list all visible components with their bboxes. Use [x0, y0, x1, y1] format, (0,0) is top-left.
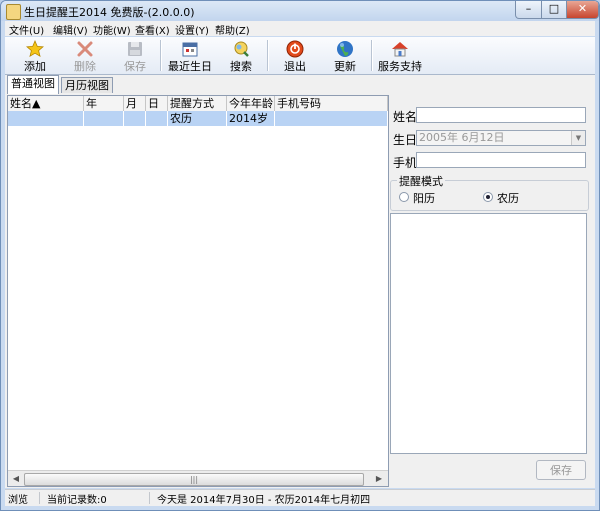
home-icon — [392, 42, 408, 57]
phone-input[interactable] — [416, 152, 586, 168]
search-icon — [234, 41, 249, 57]
remind-mode-title: 提醒模式 — [397, 173, 445, 189]
scroll-thumb[interactable]: ||| — [24, 473, 364, 486]
column-phone[interactable]: 手机号码 — [275, 96, 388, 111]
name-label: 姓名 — [393, 110, 418, 124]
toolbar-separator — [160, 40, 162, 71]
toolbar: 添加 删除 保存 最近生日 搜索 退出 更新 服务支持 — [5, 37, 595, 75]
column-name[interactable]: 姓名▲ — [8, 96, 84, 111]
horizontal-scrollbar[interactable]: ◀ ||| ▶ — [8, 470, 388, 486]
remind-mode-group: 提醒模式 阳历 农历 — [390, 173, 589, 211]
menu-function[interactable]: 功能(W) — [93, 22, 131, 37]
app-icon — [6, 4, 21, 20]
support-button[interactable]: 服务支持 — [375, 38, 425, 73]
birthday-value: 2005年 6月12日 — [419, 131, 505, 144]
app-window: 生日提醒王2014 免费版-(2.0.0.0) – □ ✕ 文件(U) 编辑(V… — [0, 0, 600, 511]
birthday-label: 生日 — [393, 133, 418, 147]
menu-help[interactable]: 帮助(Z) — [215, 22, 250, 37]
menu-view[interactable]: 查看(X) — [135, 22, 170, 37]
status-mode: 浏览 — [8, 495, 28, 506]
recent-birthdays-button[interactable]: 最近生日 — [165, 38, 215, 73]
add-label: 添加 — [24, 60, 46, 73]
status-today: 今天是 2014年7月30日 - 农历2014年七月初四 — [157, 495, 371, 506]
star-icon — [26, 40, 44, 58]
table-header: 姓名▲ 年 月 日 提醒方式 今年年龄 手机号码 — [8, 96, 388, 112]
cell-name — [8, 111, 84, 126]
tab-calendar-view[interactable]: 月历视图 — [61, 77, 113, 93]
solar-radio-label: 阳历 — [413, 192, 435, 205]
save-toolbar-label: 保存 — [124, 60, 146, 73]
name-input[interactable] — [416, 107, 586, 123]
window-title: 生日提醒王2014 免费版-(2.0.0.0) — [24, 6, 195, 19]
maximize-button[interactable]: □ — [541, 1, 567, 19]
solar-radio[interactable] — [399, 192, 409, 202]
column-month[interactable]: 月 — [124, 96, 146, 111]
save-toolbar-button[interactable]: 保存 — [113, 38, 157, 73]
update-label: 更新 — [334, 60, 356, 73]
status-bar: 浏览 当前记录数:0 今天是 2014年7月30日 - 农历2014年七月初四 — [5, 489, 595, 506]
recent-birthdays-label: 最近生日 — [168, 60, 212, 73]
globe-icon — [337, 41, 353, 57]
scroll-left-icon[interactable]: ◀ — [9, 472, 23, 485]
status-separator — [39, 492, 40, 504]
close-button[interactable]: ✕ — [566, 1, 599, 19]
scroll-right-icon[interactable]: ▶ — [372, 472, 386, 485]
save-button[interactable]: 保存 — [536, 460, 586, 480]
view-tabs: 普通视图 月历视图 — [5, 75, 595, 94]
table-row[interactable]: 农历 2014岁 — [8, 111, 388, 126]
cell-remind-mode: 农历 — [168, 111, 227, 126]
column-age[interactable]: 今年年龄 — [227, 96, 275, 111]
exit-button[interactable]: 退出 — [273, 38, 317, 73]
status-record-count: 当前记录数:0 — [47, 495, 107, 506]
birthday-picker[interactable]: 2005年 6月12日 ▼ — [416, 130, 586, 146]
birthday-table: 姓名▲ 年 月 日 提醒方式 今年年龄 手机号码 农历 2014岁 ◀ ||| — [7, 95, 389, 487]
title-bar[interactable]: 生日提醒王2014 免费版-(2.0.0.0) – □ ✕ — [1, 1, 599, 21]
notes-textarea[interactable] — [390, 213, 587, 454]
search-button[interactable]: 搜索 — [219, 38, 263, 73]
cell-age: 2014岁 — [227, 111, 275, 126]
tab-normal-view[interactable]: 普通视图 — [7, 75, 59, 94]
power-icon — [286, 40, 304, 58]
add-button[interactable]: 添加 — [13, 38, 57, 73]
menu-bar: 文件(U) 编辑(V) 功能(W) 查看(X) 设置(Y) 帮助(Z) — [5, 21, 595, 37]
main-panel: 姓名▲ 年 月 日 提醒方式 今年年龄 手机号码 农历 2014岁 ◀ ||| — [5, 93, 595, 488]
cell-day — [146, 111, 168, 126]
phone-label: 手机 — [393, 156, 418, 170]
toolbar-separator — [371, 40, 373, 71]
search-label: 搜索 — [230, 60, 252, 73]
exit-label: 退出 — [284, 60, 306, 73]
cell-month — [124, 111, 146, 126]
lunar-radio-label: 农历 — [497, 192, 519, 205]
column-day[interactable]: 日 — [146, 96, 168, 111]
update-button[interactable]: 更新 — [323, 38, 367, 73]
cell-phone — [275, 111, 388, 126]
menu-file[interactable]: 文件(U) — [9, 22, 44, 37]
toolbar-separator — [267, 40, 269, 71]
status-separator — [149, 492, 150, 504]
calendar-icon — [182, 42, 198, 57]
minimize-button[interactable]: – — [515, 1, 542, 19]
floppy-icon — [128, 42, 142, 56]
cell-year — [84, 111, 124, 126]
lunar-radio[interactable] — [483, 192, 493, 202]
menu-edit[interactable]: 编辑(V) — [53, 22, 88, 37]
column-remind-mode[interactable]: 提醒方式 — [168, 96, 227, 111]
menu-settings[interactable]: 设置(Y) — [175, 22, 209, 37]
column-year[interactable]: 年 — [84, 96, 124, 111]
x-icon — [77, 41, 93, 57]
delete-button[interactable]: 删除 — [63, 38, 107, 73]
delete-label: 删除 — [74, 60, 96, 73]
chevron-down-icon[interactable]: ▼ — [571, 131, 585, 145]
support-label: 服务支持 — [378, 60, 422, 73]
